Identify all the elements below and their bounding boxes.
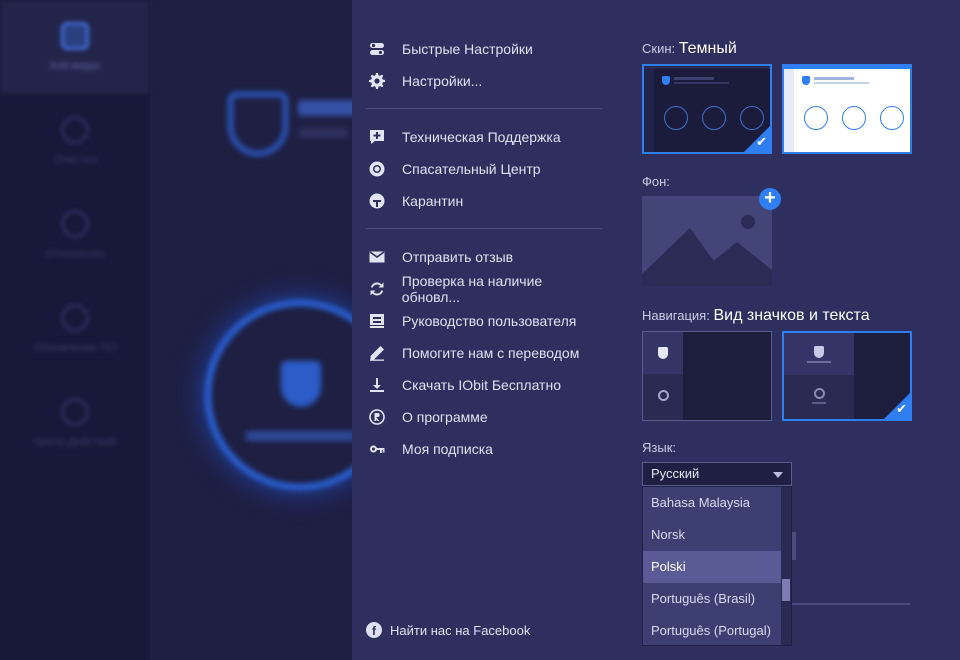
skin-light-option[interactable]: [782, 64, 912, 154]
download-icon: [368, 376, 386, 394]
menu-label: Спасательный Центр: [402, 161, 541, 177]
lang-option[interactable]: Português (Brasil): [643, 583, 782, 615]
grid-icon: [61, 398, 89, 426]
menu-tech-support[interactable]: Техническая Поддержка: [366, 121, 602, 153]
menu-label: О программе: [402, 409, 488, 425]
support-plus-icon: [368, 128, 386, 146]
quarantine-icon: [368, 192, 386, 210]
menu-rescue-center[interactable]: Спасательный Центр: [366, 153, 602, 185]
manual-icon: [368, 312, 386, 330]
shield-icon: [658, 347, 668, 359]
cleanup-icon: [657, 389, 669, 401]
menu-label: Настройки...: [402, 73, 483, 89]
relations-icon: [61, 210, 89, 238]
skin-dark-option[interactable]: ✔: [642, 64, 772, 154]
lang-option[interactable]: Português (Portugal): [643, 615, 782, 645]
dropdown-scrollbar[interactable]: [781, 487, 791, 645]
facebook-icon: f: [366, 622, 382, 638]
gear-icon: [368, 72, 386, 90]
bg-label: Фон:: [642, 174, 670, 189]
menu-quarantine[interactable]: Карантин: [366, 185, 602, 217]
bg-title: [298, 100, 352, 116]
nav-icons-text-option[interactable]: ✔: [782, 331, 912, 421]
refresh-icon: [368, 280, 386, 298]
bg-nav-relations: Отношения: [0, 188, 150, 282]
bg-scan-circle: [205, 300, 352, 490]
menu-my-subscription[interactable]: Моя подписка: [366, 433, 602, 465]
menu-label: Помогите нам с переводом: [402, 345, 580, 361]
menu-label: Техническая Поддержка: [402, 129, 561, 145]
toggle-icon: [368, 40, 386, 58]
envelope-icon: [368, 248, 386, 266]
nav-icons-only-option[interactable]: [642, 331, 772, 421]
hidden-control-edge: [792, 532, 796, 560]
background-app: Anti-вирус Очистка Отношения Обновление …: [0, 0, 352, 660]
language-dropdown: Bahasa Malaysia Norsk Polski Português (…: [642, 486, 792, 646]
menu-label: Руководство пользователя: [402, 313, 577, 329]
menu-settings[interactable]: Настройки...: [366, 65, 602, 97]
background-sidebar: Anti-вирус Очистка Отношения Обновление …: [0, 0, 150, 660]
pencil-icon: [368, 344, 386, 362]
menu-label: Моя подписка: [402, 441, 493, 457]
dropdown-scroll-thumb[interactable]: [782, 579, 790, 601]
nav-value: Вид значков и текста: [713, 307, 870, 324]
facebook-link[interactable]: f Найти нас на Facebook: [366, 622, 530, 638]
menu-send-feedback[interactable]: Отправить отзыв: [366, 241, 602, 273]
main-menu: Быстрые Настройки Настройки... Техническ…: [366, 33, 602, 465]
add-background-button[interactable]: +: [759, 188, 781, 210]
key-icon: [368, 440, 386, 458]
update-icon: [61, 304, 89, 332]
skin-value: Темный: [678, 40, 737, 57]
menu-user-manual[interactable]: Руководство пользователя: [366, 305, 602, 337]
skin-label: Скин: Темный: [642, 40, 737, 57]
lang-option[interactable]: Norsk: [643, 519, 782, 551]
menu-about[interactable]: О программе: [366, 401, 602, 433]
check-icon: ✔: [756, 134, 767, 149]
hidden-control-line: [792, 603, 910, 605]
shield-icon: [662, 76, 670, 85]
bg-nav-action-center: Центр Действий: [0, 376, 150, 470]
menu-divider: [366, 228, 602, 229]
lifebuoy-icon: [368, 160, 386, 178]
cleanup-icon: [61, 116, 89, 144]
cleanup-icon: [813, 388, 825, 399]
nav-label: Навигация: Вид значков и текста: [642, 307, 870, 324]
lang-option-highlighted[interactable]: Polski: [643, 551, 782, 583]
menu-panel: Быстрые Настройки Настройки... Техническ…: [352, 0, 960, 660]
menu-label: Отправить отзыв: [402, 249, 514, 265]
lang-option[interactable]: Bahasa Malaysia: [643, 487, 782, 519]
menu-quick-settings[interactable]: Быстрые Настройки: [366, 33, 602, 65]
bg-subtitle: [298, 128, 348, 138]
shield-icon: [802, 76, 810, 85]
menu-label: Проверка на наличие обновл...: [401, 273, 543, 305]
menu-divider: [366, 108, 602, 109]
bg-nav-update: Обновление ПО: [0, 282, 150, 376]
menu-check-updates[interactable]: Проверка на наличие обновл...: [366, 273, 602, 305]
background-main: [150, 0, 352, 660]
menu-help-translate[interactable]: Помогите нам с переводом: [366, 337, 602, 369]
shield-icon: [61, 22, 89, 50]
menu-label: Быстрые Настройки: [402, 41, 533, 57]
background-image-option[interactable]: [642, 196, 772, 286]
menu-label: Скачать IObit Бесплатно: [402, 377, 561, 393]
bg-nav-cleanup: Очистка: [0, 94, 150, 188]
chevron-down-icon: [773, 472, 783, 478]
check-icon: ✔: [896, 401, 907, 416]
bg-scan-text: [246, 431, 352, 441]
menu-label: Карантин: [402, 193, 464, 209]
bg-nav-antivirus: Anti-вирус: [0, 0, 150, 94]
shield-check-icon: [228, 92, 288, 156]
language-select[interactable]: Русский: [642, 462, 792, 486]
image-placeholder-icon: [642, 215, 772, 286]
shield-icon: [814, 345, 824, 358]
shield-icon: [281, 361, 321, 407]
lang-label: Язык:: [642, 440, 676, 455]
registered-icon: [368, 408, 386, 426]
menu-download-free[interactable]: Скачать IObit Бесплатно: [366, 369, 602, 401]
